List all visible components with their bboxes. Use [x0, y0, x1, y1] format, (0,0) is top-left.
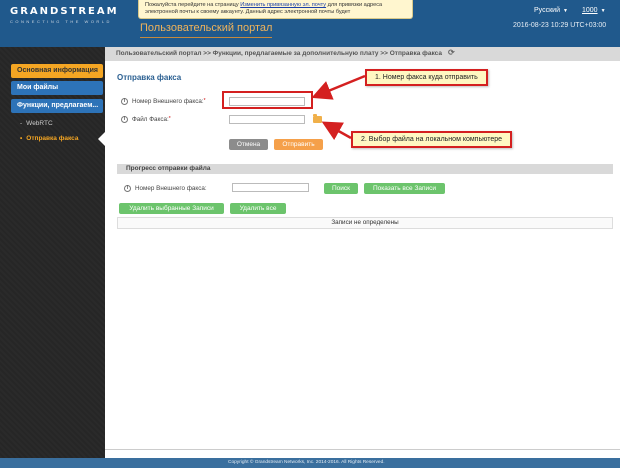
progress-fax-input[interactable] [232, 183, 309, 192]
external-fax-input[interactable] [229, 97, 305, 106]
info-icon[interactable]: i [121, 116, 128, 123]
info-icon[interactable]: i [124, 185, 131, 192]
info-icon[interactable]: i [121, 98, 128, 105]
sidebar: Основная информация Мои файлы Функции, п… [0, 47, 105, 458]
sidebar-subitem-label: WebRTC [26, 120, 53, 127]
progress-fax-row: i Номер Внешнего факса: [124, 185, 207, 192]
sidebar-item-basic-info[interactable]: Основная информация [11, 64, 103, 78]
current-datetime: 2016-08-23 10:29 UTC+03:00 [513, 22, 607, 29]
sidebar-item-my-files[interactable]: Мои файлы [11, 81, 103, 95]
cancel-button[interactable]: Отмена [229, 139, 268, 150]
callout-fax-number: 1. Номер факса куда отправить [365, 69, 488, 86]
page-title: Отправка факса [117, 73, 182, 82]
chevron-down-icon: ▼ [562, 8, 568, 14]
search-button[interactable]: Поиск [324, 183, 358, 194]
fax-file-label: Файл Факса: [132, 116, 169, 124]
sidebar-item-premium-features[interactable]: Функции, предлагаем... [11, 99, 103, 113]
main-bottom-border [105, 449, 620, 458]
copyright-text: Copyright © Grandstream Networks, Inc. 2… [228, 460, 385, 465]
user-menu[interactable]: 1000 ▼ [582, 7, 606, 14]
sidebar-subitem-send-fax[interactable]: • Отправка факса [20, 135, 78, 142]
refresh-icon[interactable]: ⟳ [448, 49, 455, 57]
breadcrumb-text: Пользовательский портал >> Функции, пред… [116, 50, 442, 57]
grandstream-logo[interactable]: GRANDSTREAM CONNECTING THE WORLD [10, 6, 119, 24]
notice-prefix: Пожалуйста перейдите на страницу [145, 2, 241, 8]
change-email-link[interactable]: Изменить привязанную эл. почту [240, 2, 326, 8]
sidebar-subitem-webrtc[interactable]: - WebRTC [20, 120, 53, 127]
logo-text: GRANDSTREAM [10, 6, 119, 17]
language-selector[interactable]: Русский ▼ [534, 7, 568, 14]
chevron-down-icon: ▼ [600, 8, 606, 14]
active-page-notch [98, 132, 105, 146]
folder-icon[interactable] [313, 114, 322, 123]
portal-title: Пользовательский портал [140, 22, 273, 38]
show-all-records-button[interactable]: Показать все Записи [364, 183, 445, 194]
logo-tagline: CONNECTING THE WORLD [10, 19, 112, 24]
fax-file-row: i Файл Факса:* [121, 116, 171, 123]
top-header: GRANDSTREAM CONNECTING THE WORLD Пожалуй… [0, 0, 620, 47]
language-value: Русский [534, 7, 560, 14]
main-content: Пользовательский портал >> Функции, пред… [105, 47, 620, 458]
progress-fax-label: Номер Внешнего факса: [135, 185, 207, 193]
delete-all-button[interactable]: Удалить все [230, 203, 286, 214]
delete-selected-button[interactable]: Удалить выбранные Записи [119, 203, 224, 214]
email-binding-notice: Пожалуйста перейдите на страницу Изменит… [138, 0, 413, 19]
sidebar-subitem-label: Отправка факса [26, 135, 79, 142]
records-empty-row: Записи не определены [117, 217, 613, 229]
external-fax-row: i Номер Внешнего факса:* [121, 98, 206, 105]
fax-file-input[interactable] [229, 115, 305, 124]
page-footer: Copyright © Grandstream Networks, Inc. 2… [0, 458, 620, 468]
send-button[interactable]: Отправить [274, 139, 323, 150]
external-fax-label: Номер Внешнего факса: [132, 98, 204, 106]
user-extension: 1000 [582, 7, 598, 14]
breadcrumb: Пользовательский портал >> Функции, пред… [105, 47, 620, 61]
callout-file-select: 2. Выбор файла на локальном компьютере [351, 131, 513, 148]
send-progress-header: Прогресс отправки файла [117, 164, 613, 174]
